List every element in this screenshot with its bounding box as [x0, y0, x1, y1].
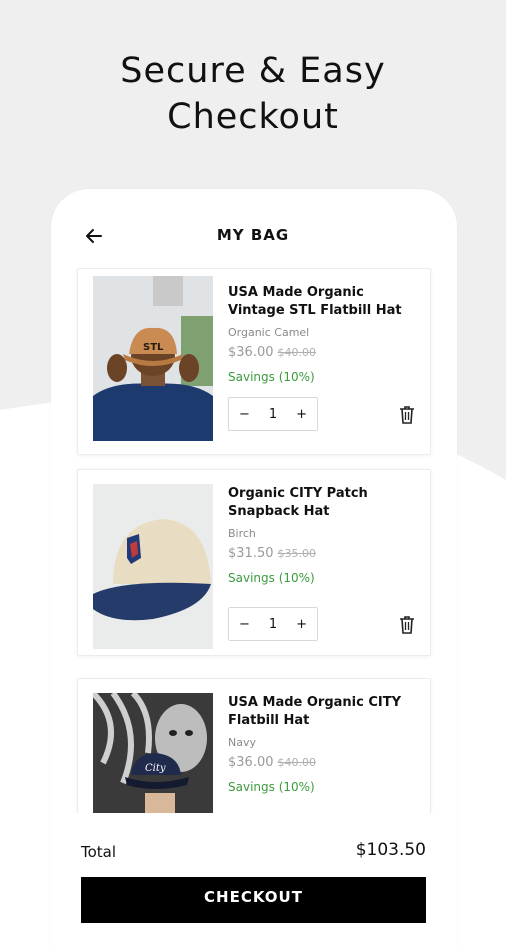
total-label: Total: [81, 843, 117, 861]
price-row: $36.00 $40.00: [228, 755, 418, 770]
product-variant: Birch: [228, 527, 256, 540]
trash-icon[interactable]: [399, 616, 415, 634]
sale-price: $36.00: [228, 755, 274, 770]
sale-price: $31.50: [228, 546, 274, 561]
savings-label: Savings (10%): [228, 780, 315, 794]
svg-text:STL: STL: [143, 342, 164, 353]
price-row: $36.00 $40.00: [228, 345, 418, 360]
sale-price: $36.00: [228, 345, 274, 360]
trash-icon[interactable]: [399, 406, 415, 424]
cart-item: City USA Made Organic CITY Flatbill Hat …: [77, 678, 431, 813]
product-name[interactable]: Organic CITY Patch Snapback Hat: [228, 485, 418, 521]
product-name[interactable]: USA Made Organic CITY Flatbill Hat: [228, 694, 418, 730]
product-variant: Organic Camel: [228, 326, 310, 339]
quantity-stepper: − 1 +: [228, 397, 318, 431]
headline: Secure & Easy Checkout: [0, 48, 506, 140]
cart-item: Organic CITY Patch Snapback Hat Birch $3…: [77, 469, 431, 656]
savings-label: Savings (10%): [228, 370, 315, 384]
original-price: $35.00: [277, 547, 317, 560]
item-info: USA Made Organic Vintage STL Flatbill Ha…: [228, 284, 418, 384]
quantity-value: 1: [268, 406, 278, 422]
product-image-stl-hat: STL: [93, 276, 213, 441]
decrement-button[interactable]: −: [239, 407, 250, 422]
quantity-stepper: − 1 +: [228, 607, 318, 641]
decrement-button[interactable]: −: [239, 617, 250, 632]
item-info: Organic CITY Patch Snapback Hat Birch $3…: [228, 485, 418, 585]
quantity-value: 1: [268, 616, 278, 632]
savings-label: Savings (10%): [228, 571, 315, 585]
product-variant: Navy: [228, 736, 256, 749]
original-price: $40.00: [277, 346, 317, 359]
original-price: $40.00: [277, 756, 317, 769]
increment-button[interactable]: +: [296, 617, 307, 632]
headline-line-2: Checkout: [167, 97, 339, 137]
item-info: USA Made Organic CITY Flatbill Hat Navy …: [228, 694, 418, 794]
total-value: $103.50: [355, 840, 426, 860]
product-name[interactable]: USA Made Organic Vintage STL Flatbill Ha…: [228, 284, 418, 320]
product-image-city-snapback: [93, 484, 213, 649]
cart-list[interactable]: STL USA Made Organic Vintage STL Flatbil…: [68, 268, 438, 813]
cart-item: STL USA Made Organic Vintage STL Flatbil…: [77, 268, 431, 455]
price-row: $31.50 $35.00: [228, 546, 418, 561]
page-title: MY BAG: [216, 226, 290, 244]
checkout-button[interactable]: CHECKOUT: [81, 877, 426, 923]
svg-text:City: City: [145, 763, 166, 774]
product-image-city-flatbill: City: [93, 693, 213, 813]
increment-button[interactable]: +: [296, 407, 307, 422]
headline-line-1: Secure & Easy: [120, 51, 386, 91]
